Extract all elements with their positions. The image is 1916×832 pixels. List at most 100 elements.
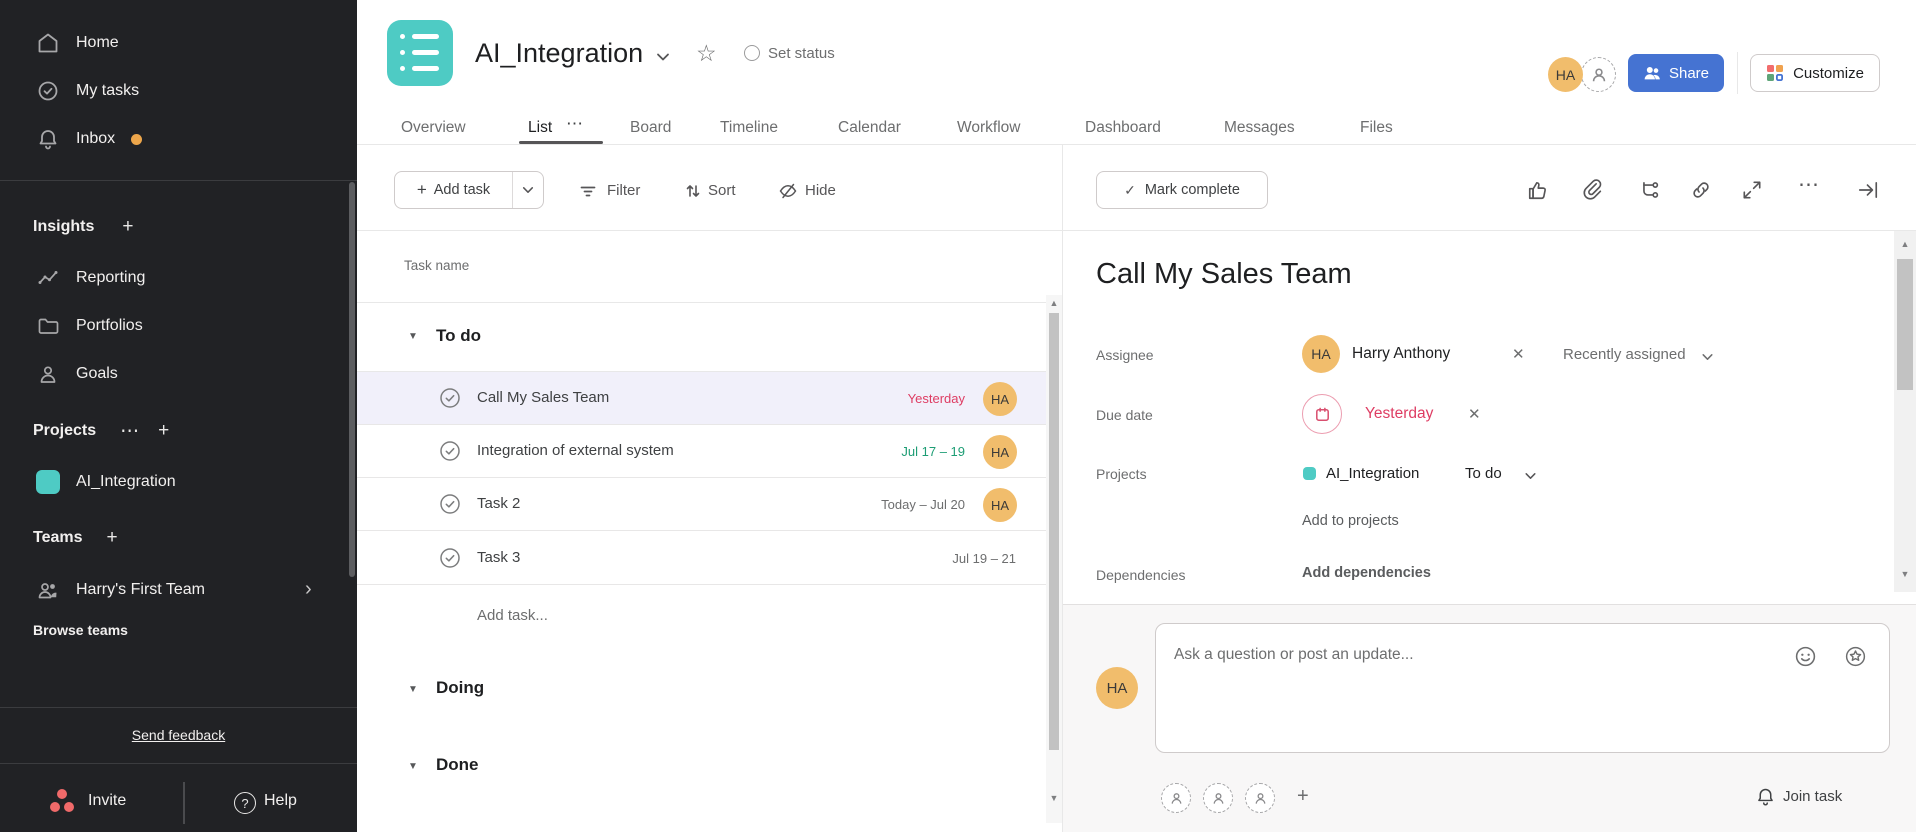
sidebar-item-my-tasks[interactable]: My tasks [0,67,350,115]
tab-dashboard[interactable]: Dashboard [1085,119,1161,137]
assignee-avatar[interactable]: HA [1302,335,1340,373]
add-dependencies-link[interactable]: Add dependencies [1302,565,1431,581]
send-feedback-link[interactable]: Send feedback [0,727,357,743]
remove-assignee-icon[interactable]: ✕ [1512,345,1525,363]
mark-complete-button[interactable]: ✓ Mark complete [1096,171,1268,209]
tab-workflow[interactable]: Workflow [957,119,1020,137]
invite-member-icon[interactable] [1581,57,1616,92]
task-check-icon[interactable] [438,386,462,410]
sidebar-item-team[interactable]: Harry's First Team › [0,566,350,614]
tab-timeline[interactable]: Timeline [720,119,778,137]
projects-more-icon[interactable]: ⋯ [120,420,140,443]
sidebar-item-portfolios[interactable]: Portfolios [0,302,350,350]
section-header-todo[interactable]: To do [436,326,481,346]
browse-teams-link[interactable]: Browse teams [33,622,128,638]
sidebar: Home My tasks Inbox Insights + [0,0,357,832]
scroll-down-icon[interactable]: ▼ [1046,793,1062,803]
help-button[interactable]: Help [264,792,297,810]
tab-messages[interactable]: Messages [1224,119,1295,137]
task-check-icon[interactable] [438,439,462,463]
customize-button[interactable]: Customize [1750,54,1880,92]
task-row[interactable]: Task 2 Today – Jul 20 HA [357,478,1046,531]
tab-options-icon[interactable]: ⋯ [566,114,584,134]
sidebar-item-reporting[interactable]: Reporting [0,254,350,302]
tab-list[interactable]: List [528,119,552,137]
scroll-up-icon[interactable]: ▲ [1894,239,1916,249]
add-to-projects-link[interactable]: Add to projects [1302,513,1399,529]
add-collaborator-icon[interactable] [1161,783,1191,813]
sidebar-item-home[interactable]: Home [0,19,350,67]
sidebar-item-goals[interactable]: Goals [0,350,350,398]
sidebar-item-project-ai-integration[interactable]: AI_Integration [0,458,350,506]
task-list-scrollbar[interactable]: ▲ ▼ [1046,295,1062,823]
section-header-done[interactable]: Done [436,755,479,775]
subtask-branch-icon[interactable] [1639,179,1661,201]
like-thumbs-up-icon[interactable] [1527,179,1549,201]
tab-board[interactable]: Board [630,119,671,137]
task-row[interactable]: Call My Sales Team Yesterday HA [357,372,1046,425]
chevron-down-icon[interactable] [1524,470,1537,482]
emoji-smiley-icon[interactable] [1794,645,1817,668]
favorite-star-icon[interactable]: ☆ [696,40,717,67]
project-menu-chevron-icon[interactable] [655,50,671,64]
close-detail-panel-icon[interactable] [1857,179,1879,201]
section-collapse-icon[interactable]: ▼ [408,761,418,772]
sidebar-scrollbar[interactable] [349,182,355,577]
user-avatar[interactable]: HA [1548,57,1583,92]
attach-paperclip-icon[interactable] [1581,178,1603,200]
tab-calendar[interactable]: Calendar [838,119,901,137]
section-collapse-icon[interactable]: ▼ [408,684,418,695]
section-header-doing[interactable]: Doing [436,678,484,698]
add-team-button[interactable]: + [107,527,118,549]
scrollbar-thumb[interactable] [1049,313,1059,750]
join-task-button[interactable]: Join task [1783,788,1842,805]
assignment-dropdown[interactable]: Recently assigned [1563,346,1686,363]
due-date-calendar-icon[interactable] [1302,394,1342,434]
task-row[interactable]: Task 3 Jul 19 – 21 [357,531,1046,585]
add-task-button[interactable]: + Add task [395,180,512,200]
tab-overview[interactable]: Overview [401,119,466,137]
add-insights-button[interactable]: + [122,216,133,238]
more-options-icon[interactable]: ⋯ [1798,172,1820,197]
sort-button[interactable]: Sort [708,182,736,199]
sidebar-item-inbox[interactable]: Inbox [0,115,350,163]
share-button[interactable]: Share [1628,54,1724,92]
hide-button[interactable]: Hide [805,182,836,199]
task-check-icon[interactable] [438,546,462,570]
tab-files[interactable]: Files [1360,119,1393,137]
assignee-name[interactable]: Harry Anthony [1352,345,1450,363]
section-collapse-icon[interactable]: ▼ [408,331,418,342]
sidebar-item-label: Goals [76,365,118,383]
invite-button[interactable]: Invite [88,792,126,810]
comment-input[interactable]: Ask a question or post an update... [1155,623,1890,753]
due-date-value[interactable]: Yesterday [1365,405,1433,423]
task-title[interactable]: Call My Sales Team [1096,258,1352,291]
scroll-up-icon[interactable]: ▲ [1046,298,1062,308]
fullscreen-expand-icon[interactable] [1741,179,1763,201]
add-collaborator-plus-icon[interactable]: + [1297,785,1309,808]
chevron-right-icon[interactable]: › [305,578,312,601]
filter-button[interactable]: Filter [607,182,640,199]
remove-due-date-icon[interactable]: ✕ [1468,405,1481,423]
scrollbar-thumb[interactable] [1897,259,1913,390]
project-icon[interactable] [387,20,453,86]
add-collaborator-icon[interactable] [1245,783,1275,813]
column-header-task-name[interactable]: Task name [404,258,469,273]
join-task-bell-icon[interactable] [1755,786,1776,807]
project-name[interactable]: AI_Integration [1326,465,1419,482]
task-check-icon[interactable] [438,492,462,516]
appreciation-star-icon[interactable] [1844,645,1867,668]
scroll-down-icon[interactable]: ▼ [1894,569,1916,579]
task-row[interactable]: Integration of external system Jul 17 – … [357,425,1046,478]
add-task-dropdown-chevron-icon[interactable] [513,184,543,196]
add-project-button[interactable]: + [158,420,169,442]
add-collaborator-icon[interactable] [1203,783,1233,813]
project-section-dropdown[interactable]: To do [1465,465,1502,482]
add-task-row[interactable]: Add task... [477,607,548,624]
detail-scrollbar[interactable]: ▲ ▼ [1894,231,1916,592]
add-task-split-button[interactable]: + Add task [394,171,544,209]
copy-link-icon[interactable] [1690,179,1712,201]
set-status-button[interactable]: Set status [768,45,835,62]
chevron-down-icon[interactable] [1701,351,1714,363]
sidebar-item-label: Reporting [76,269,145,287]
